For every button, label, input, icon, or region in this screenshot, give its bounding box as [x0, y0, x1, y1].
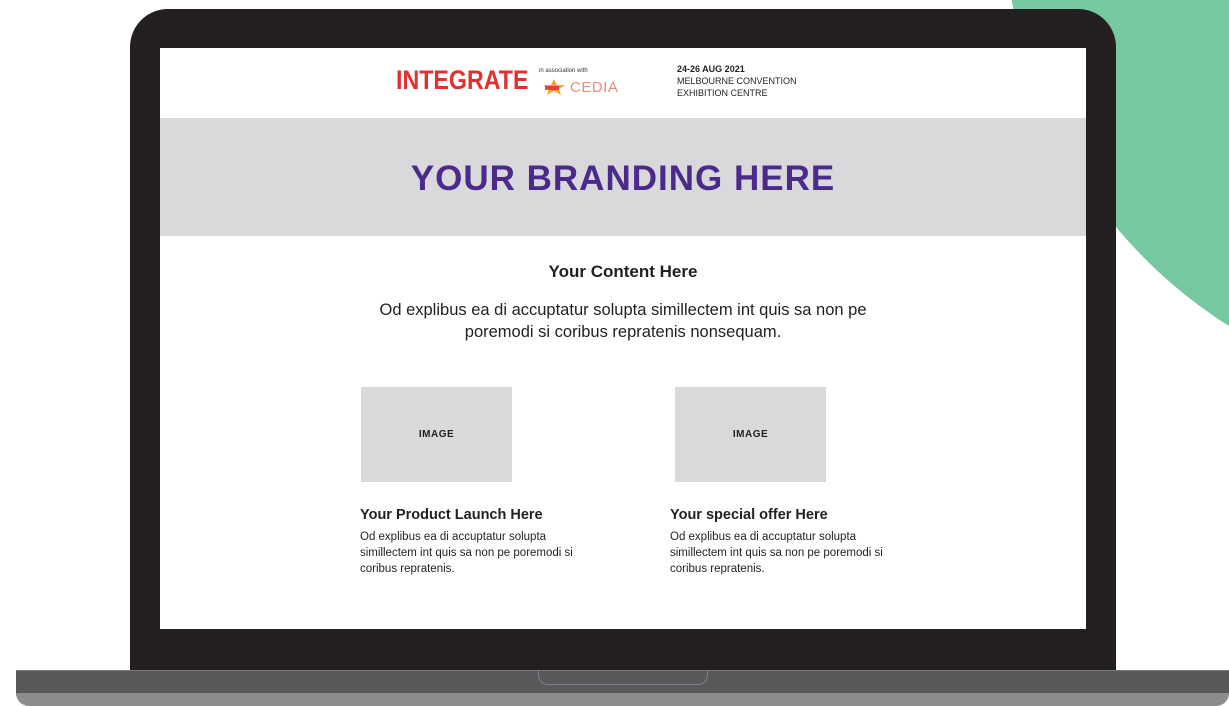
card-image-placeholder: IMAGE [361, 387, 512, 482]
cedia-wordmark: CEDIA [570, 78, 619, 96]
card-title: Your special offer Here [670, 507, 828, 523]
image-label: IMAGE [418, 429, 455, 440]
laptop-base-edge [16, 693, 1229, 706]
logo-wordmark: INTEGRATE [396, 65, 529, 95]
card-body: Od explibus ea di accuptatur solupta sim… [360, 531, 573, 575]
card-title: Your Product Launch Here [360, 507, 543, 523]
content-body: Od explibus ea di accuptatur solupta sim… [379, 301, 867, 341]
association-label: in association with [539, 68, 588, 74]
email-header: INTEGRATE in association with CEDIA 24-2… [160, 48, 1086, 118]
product-launch-card: IMAGE Your Product Launch Here Od explib… [360, 387, 600, 577]
image-label: IMAGE [732, 429, 769, 440]
partner-logo: in association with CEDIA [539, 68, 619, 100]
content-title: Your Content Here [548, 262, 698, 281]
event-venue-line1: MELBOURNE CONVENTION [677, 76, 797, 86]
event-venue-line2: EXHIBITION CENTRE [677, 88, 768, 98]
integrate-logo[interactable]: INTEGRATE in association with CEDIA [396, 65, 618, 96]
event-info: 24-26 AUG 2021 MELBOURNE CONVENTION EXHI… [677, 63, 797, 99]
cedia-logo: CEDIA [541, 78, 618, 96]
card-body: Od explibus ea di accuptatur solupta sim… [670, 531, 883, 575]
branding-banner: YOUR BRANDING HERE [160, 118, 1086, 236]
laptop-notch [538, 670, 708, 685]
special-offer-card: IMAGE Your special offer Here Od explibu… [670, 387, 910, 577]
card-image-placeholder: IMAGE [675, 387, 826, 482]
mockup-stage: INTEGRATE in association with CEDIA 24-2… [0, 0, 1229, 706]
branding-placeholder: YOUR BRANDING HERE [410, 159, 836, 198]
cedia-star-icon [543, 79, 565, 95]
event-date: 24-26 AUG 2021 [677, 64, 745, 74]
laptop-screen: INTEGRATE in association with CEDIA 24-2… [160, 48, 1086, 629]
